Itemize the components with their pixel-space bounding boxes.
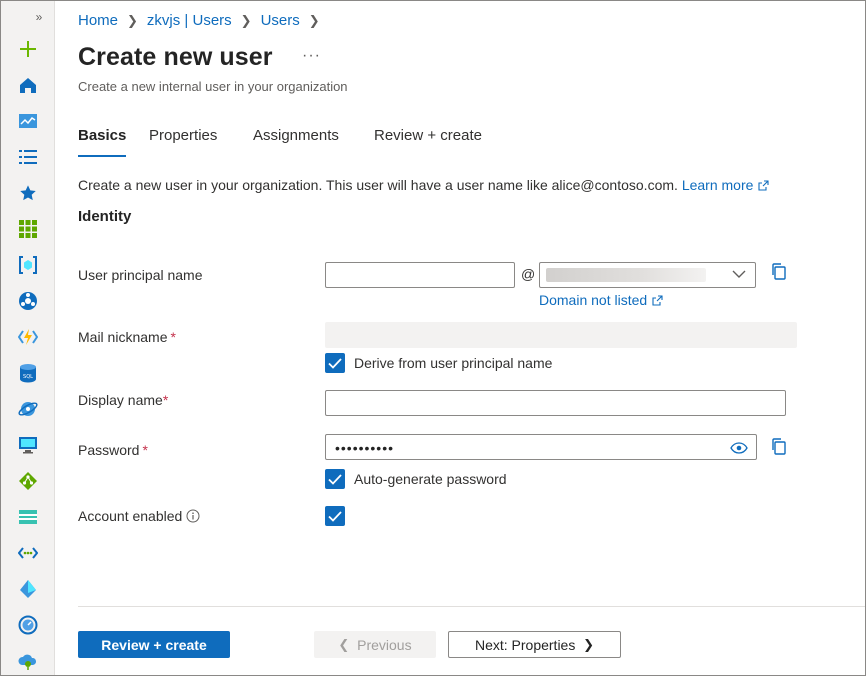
upn-input[interactable] bbox=[325, 262, 515, 288]
breadcrumb-home[interactable]: Home bbox=[78, 12, 118, 29]
password-label-text: Password bbox=[78, 442, 140, 458]
tab-basics[interactable]: Basics bbox=[78, 127, 127, 157]
upn-label: User principal name bbox=[78, 267, 203, 283]
password-label: Password * bbox=[78, 442, 148, 458]
all-services-icon[interactable] bbox=[1, 142, 55, 172]
cosmos-db-icon[interactable] bbox=[1, 394, 55, 424]
mail-nickname-label-text: Mail nickname bbox=[78, 329, 168, 345]
tab-review-create[interactable]: Review + create bbox=[374, 127, 482, 157]
mail-nickname-label: Mail nickname * bbox=[78, 329, 176, 345]
create-user-blade: Home ❯ zkvjs | Users ❯ Users ❯ Create ne… bbox=[56, 1, 865, 675]
intro-description: Create a new user in your organization. … bbox=[78, 177, 678, 193]
required-marker: * bbox=[162, 392, 169, 408]
footer-divider bbox=[78, 606, 865, 607]
create-resource-icon[interactable] bbox=[1, 34, 55, 64]
learn-more-label: Learn more bbox=[681, 177, 754, 193]
previous-button[interactable]: ❮ Previous bbox=[314, 631, 436, 658]
dashboard-icon[interactable] bbox=[1, 106, 55, 136]
at-sign: @ bbox=[521, 266, 536, 282]
page-subtitle: Create a new internal user in your organ… bbox=[78, 79, 348, 94]
copy-password-icon[interactable] bbox=[770, 437, 787, 456]
copy-icon[interactable] bbox=[770, 262, 787, 281]
domain-not-listed-link[interactable]: Domain not listed bbox=[539, 292, 663, 308]
account-enabled-label-text: Account enabled bbox=[78, 508, 183, 524]
portal-sidebar: » SQL bbox=[1, 1, 55, 675]
app-services-icon[interactable] bbox=[1, 286, 55, 316]
required-marker: * bbox=[142, 442, 148, 458]
advisor-icon[interactable] bbox=[1, 646, 55, 676]
function-app-icon[interactable] bbox=[1, 322, 55, 352]
account-enabled-checkbox[interactable] bbox=[325, 506, 345, 526]
virtual-networks-icon[interactable] bbox=[1, 538, 55, 568]
svg-text:SQL: SQL bbox=[23, 374, 33, 380]
favorites-star-icon[interactable] bbox=[1, 178, 55, 208]
chevron-down-icon bbox=[732, 270, 746, 278]
entra-id-icon[interactable] bbox=[1, 574, 55, 604]
sql-database-icon[interactable]: SQL bbox=[1, 358, 55, 388]
review-create-button[interactable]: Review + create bbox=[78, 631, 230, 658]
domain-value-redacted bbox=[546, 268, 706, 282]
next-properties-button[interactable]: Next: Properties ❯ bbox=[448, 631, 621, 658]
external-link-icon bbox=[652, 295, 663, 306]
mail-nickname-input bbox=[325, 322, 797, 348]
display-name-label: Display name* bbox=[78, 392, 168, 408]
info-icon[interactable] bbox=[186, 509, 200, 523]
required-marker: * bbox=[170, 329, 176, 345]
previous-label: Previous bbox=[357, 636, 412, 653]
password-input[interactable]: •••••••••• bbox=[325, 434, 757, 460]
auto-generate-password-label: Auto-generate password bbox=[354, 471, 507, 487]
next-label: Next: Properties bbox=[474, 636, 576, 653]
load-balancer-icon[interactable] bbox=[1, 466, 55, 496]
password-value: •••••••••• bbox=[335, 440, 395, 456]
page-title: Create new user bbox=[78, 43, 273, 71]
virtual-machines-icon[interactable] bbox=[1, 430, 55, 460]
tab-assignments[interactable]: Assignments bbox=[253, 127, 339, 157]
external-link-icon bbox=[758, 180, 769, 191]
display-name-input[interactable] bbox=[325, 390, 786, 416]
more-options-icon[interactable]: ··· bbox=[302, 47, 321, 65]
home-icon[interactable] bbox=[1, 70, 55, 100]
show-password-icon[interactable] bbox=[730, 442, 748, 454]
monitor-icon[interactable] bbox=[1, 610, 55, 640]
checkmark-icon bbox=[328, 473, 342, 485]
chevron-left-icon: ❮ bbox=[338, 636, 350, 652]
all-resources-icon[interactable] bbox=[1, 214, 55, 244]
checkmark-icon bbox=[328, 510, 342, 522]
checkmark-icon bbox=[328, 357, 342, 369]
chevron-right-icon: ❯ bbox=[308, 12, 320, 28]
derive-from-upn-checkbox[interactable] bbox=[325, 353, 345, 373]
domain-not-listed-label: Domain not listed bbox=[539, 292, 648, 308]
intro-text: Create a new user in your organization. … bbox=[78, 177, 769, 193]
breadcrumb: Home ❯ zkvjs | Users ❯ Users ❯ bbox=[78, 12, 329, 29]
domain-select[interactable] bbox=[539, 262, 756, 288]
chevron-right-icon: ❯ bbox=[240, 12, 252, 28]
auto-generate-password-checkbox[interactable] bbox=[325, 469, 345, 489]
expand-menu-icon[interactable]: » bbox=[29, 9, 49, 25]
tab-properties[interactable]: Properties bbox=[149, 127, 217, 157]
resource-groups-icon[interactable] bbox=[1, 250, 55, 280]
derive-from-upn-label: Derive from user principal name bbox=[354, 355, 553, 371]
display-name-label-text: Display name bbox=[78, 392, 163, 408]
storage-accounts-icon[interactable] bbox=[1, 502, 55, 532]
identity-heading: Identity bbox=[78, 208, 132, 225]
account-enabled-label: Account enabled bbox=[78, 508, 200, 524]
chevron-right-icon: ❯ bbox=[583, 636, 595, 652]
chevron-right-icon: ❯ bbox=[127, 12, 138, 28]
breadcrumb-users[interactable]: Users bbox=[261, 12, 300, 29]
breadcrumb-tenant-users[interactable]: zkvjs | Users bbox=[147, 12, 232, 29]
learn-more-link[interactable]: Learn more bbox=[682, 177, 770, 193]
